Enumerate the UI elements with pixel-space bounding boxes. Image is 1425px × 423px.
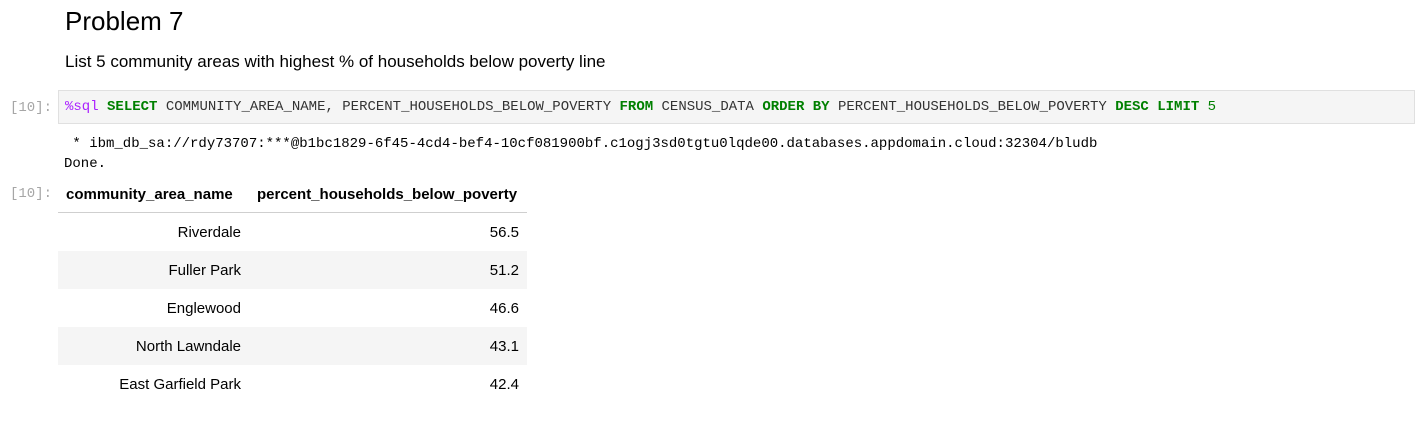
- code-token: ORDER BY: [762, 99, 830, 115]
- table-row: Riverdale 56.5: [58, 213, 527, 252]
- connection-line: * ibm_db_sa://rdy73707:***@b1bc1829-6f45…: [64, 136, 1098, 152]
- percent-cell: 56.5: [489, 223, 519, 241]
- percent-cell: 46.6: [489, 299, 519, 317]
- percent-cell: 43.1: [249, 327, 527, 365]
- output-stream: * ibm_db_sa://rdy73707:***@b1bc1829-6f45…: [64, 134, 1097, 174]
- column-header-percent-households: percent_households_below_poverty: [249, 176, 527, 213]
- status-text: Done.: [64, 156, 107, 172]
- code-token: 5: [1207, 99, 1217, 115]
- code-token: CENSUS_DATA: [653, 99, 763, 115]
- code-token: COMMUNITY_AREA_NAME, PERCENT_HOUSEHOLDS_…: [157, 99, 620, 115]
- community-area-name-cell: Englewood: [166, 299, 241, 317]
- community-area-name-cell: Riverdale: [177, 223, 241, 241]
- community-area-name-cell: Fuller Park: [58, 251, 249, 289]
- code-token: DESC: [1115, 99, 1149, 115]
- percent-cell: 42.4: [489, 375, 519, 393]
- percent-cell: 51.2: [249, 251, 527, 289]
- input-prompt: [10]:: [9, 100, 52, 116]
- markdown-title: Problem 7: [65, 6, 184, 36]
- code-token: SELECT: [107, 99, 158, 115]
- markdown-subtitle: List 5 community areas with highest % of…: [65, 52, 606, 71]
- code-cell-editor[interactable]: %sql SELECT COMMUNITY_AREA_NAME, PERCENT…: [58, 90, 1415, 124]
- code-token: PERCENT_HOUSEHOLDS_BELOW_POVERTY: [829, 99, 1116, 115]
- table-row: North Lawndale 43.1: [58, 327, 527, 365]
- community-area-name-cell: East Garfield Park: [119, 375, 241, 393]
- output-prompt: [10]:: [9, 186, 52, 202]
- table-row: East Garfield Park 42.4: [58, 365, 527, 403]
- code-token: %sql: [65, 99, 99, 115]
- code-token: FROM: [619, 99, 654, 115]
- table-header-row: community_area_name percent_households_b…: [58, 176, 527, 213]
- result-table: community_area_name percent_households_b…: [58, 176, 527, 403]
- community-area-name-cell: North Lawndale: [58, 327, 249, 365]
- table-row: Fuller Park 51.2: [58, 251, 527, 289]
- table-row: Englewood 46.6: [58, 289, 527, 327]
- code-token: LIMIT: [1157, 99, 1200, 115]
- column-header-community-area-name: community_area_name: [58, 176, 249, 213]
